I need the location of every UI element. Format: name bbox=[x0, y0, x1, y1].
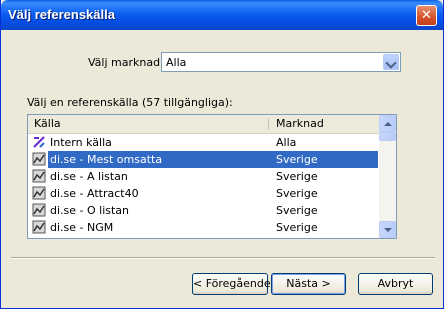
source-market: Sverige bbox=[276, 204, 318, 217]
web-source-icon bbox=[32, 169, 46, 183]
source-name: di.se - Mest omsatta bbox=[50, 153, 163, 166]
source-name: Intern källa bbox=[50, 136, 112, 149]
divider bbox=[11, 257, 435, 259]
web-source-icon bbox=[32, 220, 46, 234]
scroll-thumb[interactable] bbox=[379, 132, 396, 141]
vertical-scrollbar[interactable] bbox=[379, 115, 396, 238]
source-market: Sverige bbox=[276, 170, 318, 183]
market-select[interactable]: Alla bbox=[161, 52, 401, 72]
dropdown-arrow-button[interactable] bbox=[383, 54, 399, 70]
web-source-icon bbox=[32, 203, 46, 217]
close-icon: ✕ bbox=[421, 8, 432, 23]
column-separator[interactable] bbox=[268, 118, 269, 130]
web-source-icon bbox=[32, 152, 46, 166]
close-button[interactable]: ✕ bbox=[416, 5, 437, 26]
dialog-window: Välj referenskälla ✕ Välj marknad: Alla … bbox=[0, 0, 444, 309]
list-header: Källa Marknad bbox=[28, 115, 380, 134]
scroll-down-button[interactable] bbox=[379, 221, 396, 238]
arrow-down-icon bbox=[384, 228, 392, 232]
source-name: di.se - Attract40 bbox=[50, 187, 139, 200]
list-item[interactable]: di.se - O listan Sverige bbox=[28, 202, 380, 219]
column-header-market[interactable]: Marknad bbox=[270, 115, 380, 133]
next-button[interactable]: Nästa > bbox=[271, 273, 346, 295]
scroll-up-button[interactable] bbox=[379, 115, 396, 132]
web-source-icon bbox=[32, 186, 46, 200]
list-item[interactable]: di.se - NGM Sverige bbox=[28, 219, 380, 236]
list-item-selected[interactable]: di.se - Mest omsatta Sverige bbox=[28, 151, 380, 168]
market-select-value: Alla bbox=[166, 56, 187, 69]
arrow-up-icon bbox=[384, 122, 392, 126]
back-button[interactable]: < Föregående bbox=[192, 273, 271, 295]
source-market: Sverige bbox=[276, 221, 318, 234]
internal-source-icon bbox=[33, 136, 45, 148]
source-market: Sverige bbox=[276, 187, 318, 200]
market-label: Välj marknad: bbox=[88, 56, 164, 69]
window-title: Välj referenskälla bbox=[8, 7, 115, 22]
source-name: di.se - NGM bbox=[50, 221, 114, 234]
list-item[interactable]: di.se - Attract40 Sverige bbox=[28, 185, 380, 202]
source-market: Alla bbox=[276, 136, 297, 149]
cancel-button[interactable]: Avbryt bbox=[358, 273, 433, 295]
source-list[interactable]: Källa Marknad Intern källa Alla di.se - … bbox=[27, 114, 397, 239]
list-item[interactable]: di.se - A listan Sverige bbox=[28, 168, 380, 185]
chevron-down-icon bbox=[385, 57, 397, 69]
column-header-source[interactable]: Källa bbox=[28, 115, 268, 133]
source-list-label: Välj en referenskälla (57 tillgängliga): bbox=[27, 96, 233, 109]
source-name: di.se - O listan bbox=[50, 204, 130, 217]
title-bar[interactable]: Välj referenskälla ✕ bbox=[1, 0, 443, 30]
list-item[interactable]: Intern källa Alla bbox=[28, 134, 380, 151]
source-name: di.se - A listan bbox=[50, 170, 128, 183]
source-market: Sverige bbox=[276, 153, 318, 166]
